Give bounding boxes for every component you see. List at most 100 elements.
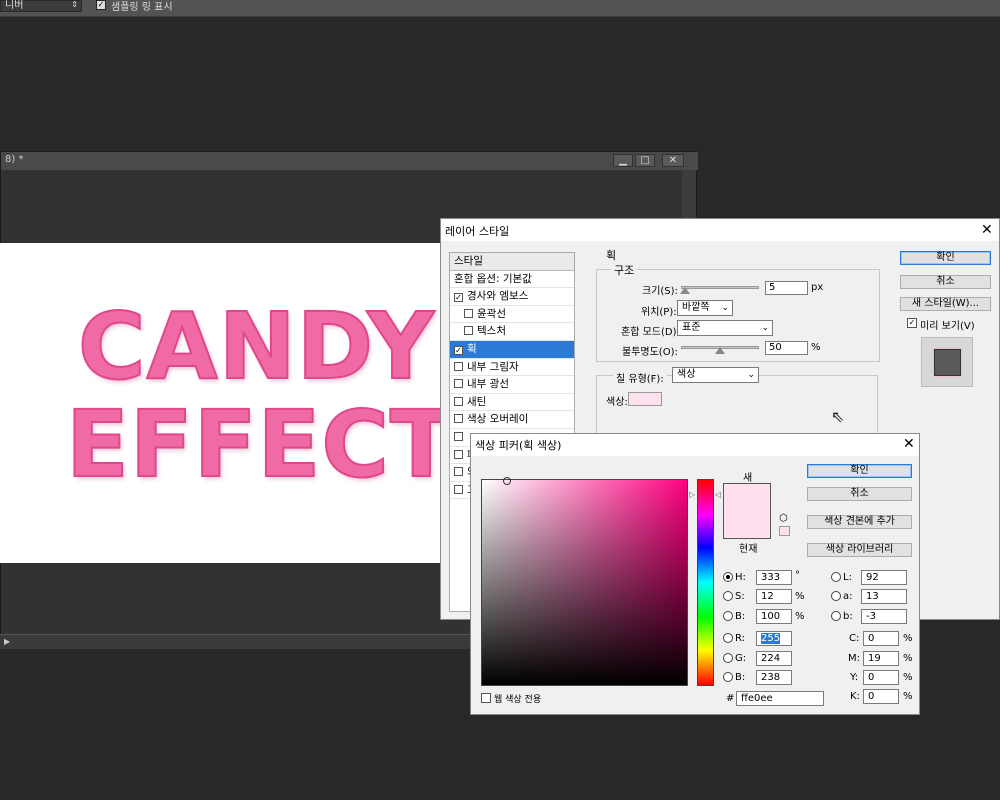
chevron-down-icon: ⌄ <box>747 370 755 380</box>
options-bar: 니버 ⇕ ✓ 샘플링 링 표시 <box>0 0 1000 17</box>
style-item[interactable]: 내부 광선 <box>450 376 574 394</box>
hue-slider-left-arrow[interactable]: ▷ <box>689 490 695 499</box>
preview-checkbox[interactable]: ✓ <box>907 318 917 328</box>
ok-button[interactable]: 확인 <box>900 251 991 265</box>
lightness-field[interactable]: 92 <box>861 570 907 585</box>
style-list-header[interactable]: 스타일 <box>450 253 574 271</box>
add-to-swatches-button[interactable]: 색상 견본에 추가 <box>807 515 912 529</box>
style-item[interactable]: 텍스처 <box>450 323 574 341</box>
style-item-label: 내부 그림자 <box>467 360 519 373</box>
saturation-field[interactable]: 12 <box>756 589 792 604</box>
fill-type-label: 칠 유형(F): <box>613 370 667 385</box>
style-checkbox[interactable] <box>464 308 473 318</box>
blue-radio[interactable] <box>723 672 733 682</box>
style-item[interactable]: 혼합 옵션: 기본값 <box>450 271 574 289</box>
chevron-down-icon: ⇕ <box>71 0 78 9</box>
yellow-label: Y: <box>850 672 859 683</box>
green-field[interactable]: 224 <box>756 651 792 666</box>
style-checkbox[interactable] <box>454 379 463 389</box>
yellow-field[interactable]: 0 <box>863 670 899 685</box>
color-libraries-button[interactable]: 색상 라이브러리 <box>807 543 912 557</box>
size-field[interactable]: 5 <box>765 281 808 295</box>
red-label: R: <box>735 633 746 644</box>
fill-type-dropdown[interactable]: 색상 ⌄ <box>672 367 759 383</box>
red-field[interactable]: 255 <box>756 631 792 646</box>
web-safe-swatch[interactable] <box>779 526 790 536</box>
black-field[interactable]: 0 <box>863 689 899 704</box>
close-icon[interactable]: ✕ <box>903 437 915 451</box>
close-icon[interactable]: ✕ <box>981 223 993 237</box>
style-item-label: 경사와 엠보스 <box>467 290 529 303</box>
style-checkbox[interactable] <box>454 467 463 477</box>
style-checkbox[interactable]: ✓ <box>454 293 463 303</box>
blend-mode-label: 혼합 모드(D): <box>621 327 680 338</box>
opacity-slider-thumb[interactable] <box>715 347 725 354</box>
b-channel-radio[interactable] <box>831 611 841 621</box>
options-select[interactable]: 니버 ⇕ <box>0 0 82 12</box>
ok-button[interactable]: 확인 <box>807 464 912 478</box>
style-item[interactable]: ✓ 경사와 엠보스 <box>450 288 574 306</box>
hue-radio[interactable] <box>723 572 733 582</box>
new-color-swatch <box>723 483 771 539</box>
size-slider[interactable] <box>681 286 759 289</box>
hue-field[interactable]: 333 <box>756 570 792 585</box>
hex-field[interactable]: ffe0ee <box>736 691 824 706</box>
opacity-label: 불투명도(O): <box>622 347 678 358</box>
position-dropdown[interactable]: 바깥쪽 ⌄ <box>677 300 733 316</box>
cyan-field[interactable]: 0 <box>863 631 899 646</box>
saturation-radio[interactable] <box>723 591 733 601</box>
a-channel-field[interactable]: 13 <box>861 589 907 604</box>
close-button[interactable]: ✕ <box>662 154 684 167</box>
document-title: 8) * <box>5 154 24 165</box>
a-channel-label: a: <box>843 591 853 602</box>
cancel-button[interactable]: 취소 <box>900 275 991 289</box>
style-item[interactable]: 윤곽선 <box>450 306 574 324</box>
magenta-field[interactable]: 19 <box>863 651 899 666</box>
minimize-button[interactable]: ▁ <box>613 154 633 167</box>
opacity-field[interactable]: 50 <box>765 341 808 355</box>
preview-label: 미리 보기(V) <box>920 321 975 332</box>
style-item[interactable]: 내부 그림자 <box>450 359 574 377</box>
canvas-text-effect: EFFECT <box>65 391 454 498</box>
blue-field[interactable]: 238 <box>756 670 792 685</box>
blend-mode-dropdown[interactable]: 표준 ⌄ <box>677 320 773 336</box>
color-field-marker[interactable] <box>503 477 511 485</box>
brightness-field[interactable]: 100 <box>756 609 792 624</box>
hue-slider-right-arrow[interactable]: ◁ <box>715 490 721 499</box>
sample-ring-checkbox[interactable]: ✓ <box>96 0 106 10</box>
size-slider-thumb[interactable] <box>679 287 690 294</box>
style-checkbox[interactable] <box>454 361 463 371</box>
new-style-button[interactable]: 새 스타일(W)... <box>900 297 991 311</box>
style-checkbox[interactable] <box>454 484 463 494</box>
style-item[interactable]: ✓ 획 <box>450 340 574 359</box>
red-radio[interactable] <box>723 633 733 643</box>
maximize-button[interactable]: □ <box>635 154 655 167</box>
brightness-radio[interactable] <box>723 611 733 621</box>
cube-icon[interactable]: ⬡ <box>779 513 788 524</box>
stroke-color-swatch[interactable] <box>628 392 662 406</box>
chevron-down-icon: ⌄ <box>721 303 729 313</box>
style-checkbox[interactable] <box>454 449 463 459</box>
style-checkbox[interactable] <box>454 396 463 406</box>
style-item[interactable]: 색상 오버레이 <box>450 411 574 429</box>
a-channel-radio[interactable] <box>831 591 841 601</box>
color-field[interactable] <box>481 477 688 686</box>
lightness-radio[interactable] <box>831 572 841 582</box>
b-channel-field[interactable]: -3 <box>861 609 907 624</box>
style-checkbox[interactable] <box>454 414 463 424</box>
b-channel-label: b: <box>843 611 853 622</box>
section-title: 획 <box>606 249 617 262</box>
cancel-button[interactable]: 취소 <box>807 487 912 501</box>
canvas[interactable]: CANDY EFFECT <box>0 243 454 563</box>
play-icon[interactable]: ▶ <box>4 637 10 646</box>
style-checkbox[interactable] <box>454 431 463 441</box>
style-checkbox[interactable] <box>464 326 473 336</box>
web-only-checkbox[interactable] <box>481 693 491 703</box>
style-item[interactable]: 새틴 <box>450 394 574 412</box>
green-radio[interactable] <box>723 653 733 663</box>
style-item-label: 새틴 <box>467 395 487 408</box>
size-unit: px <box>811 282 824 293</box>
hue-slider[interactable] <box>697 479 714 686</box>
style-checkbox[interactable]: ✓ <box>454 345 463 355</box>
options-select-value: 니버 <box>5 0 24 11</box>
